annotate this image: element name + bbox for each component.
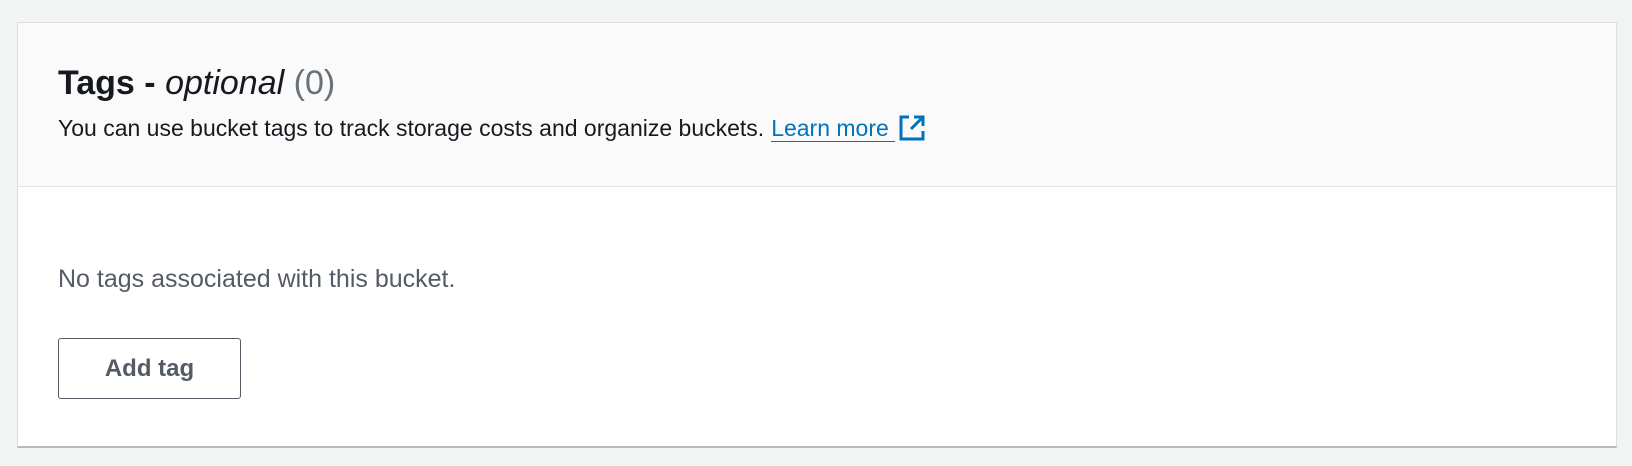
add-tag-button[interactable]: Add tag bbox=[58, 338, 241, 399]
learn-more-link[interactable]: Learn more bbox=[771, 115, 895, 142]
section-title-separator: - bbox=[144, 64, 156, 102]
tag-count: (0) bbox=[293, 64, 336, 102]
tags-panel-header: Tags - optional (0) You can use bucket t… bbox=[18, 23, 1616, 187]
section-description: You can use bucket tags to track storage… bbox=[58, 113, 1616, 143]
section-title-label: Tags bbox=[58, 64, 135, 102]
empty-state-message: No tags associated with this bucket. bbox=[58, 265, 456, 293]
tags-panel-body: No tags associated with this bucket. Add… bbox=[18, 187, 1616, 399]
external-link-icon[interactable] bbox=[897, 113, 927, 143]
tags-panel: Tags - optional (0) You can use bucket t… bbox=[17, 22, 1617, 448]
section-title-optional: optional bbox=[165, 64, 285, 102]
section-title: Tags - optional (0) bbox=[58, 63, 1616, 103]
section-description-text: You can use bucket tags to track storage… bbox=[58, 115, 765, 141]
